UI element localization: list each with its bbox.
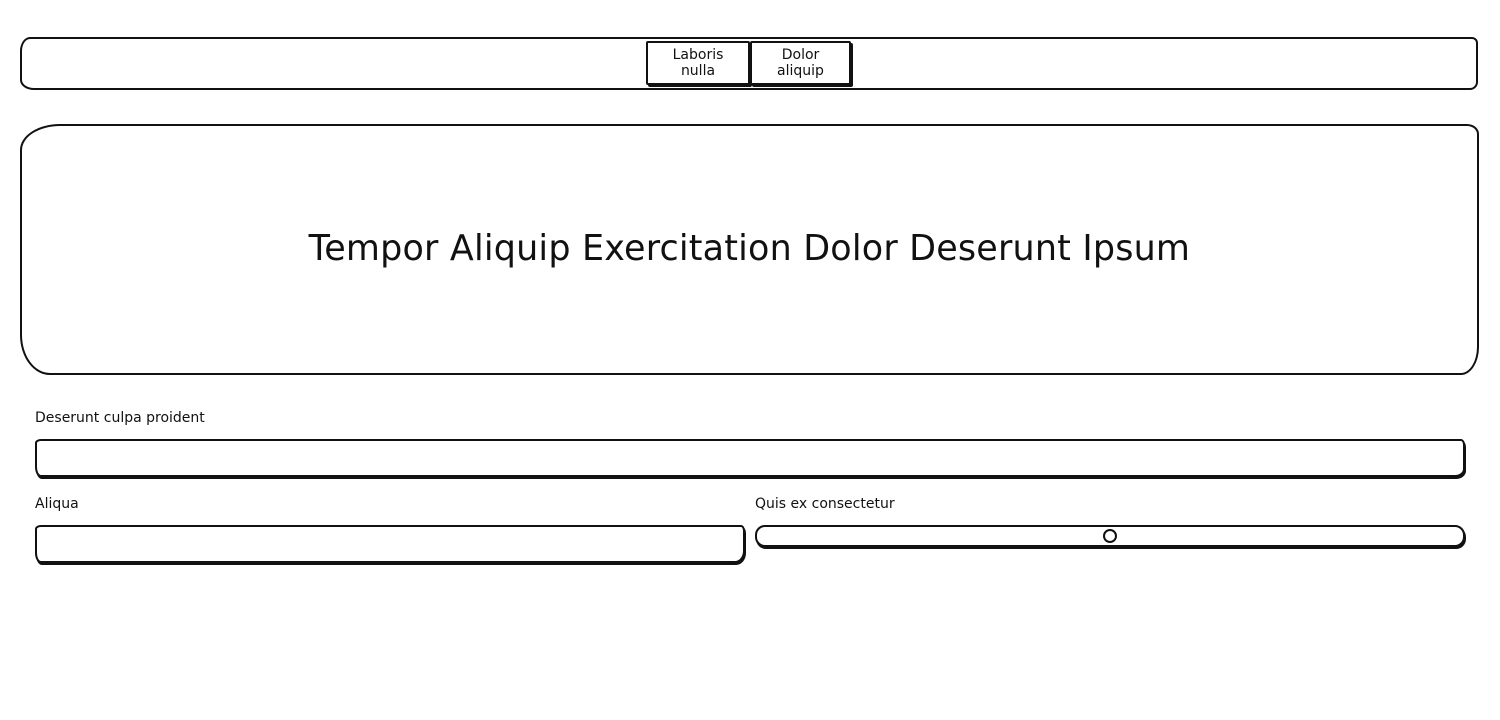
slider-thumb[interactable] [1103, 529, 1117, 543]
quis-ex-consectetur-label: Quis ex consectetur [755, 496, 895, 512]
nav-button-laboris-nulla[interactable]: Laboris nulla [646, 41, 750, 85]
aliqua-input[interactable] [35, 525, 745, 563]
nav-button-dolor-aliquip[interactable]: Dolor aliquip [750, 41, 851, 85]
hero-banner: Tempor Aliquip Exercitation Dolor Deseru… [20, 124, 1479, 375]
nav-button-group: Laboris nulla Dolor aliquip [646, 41, 851, 85]
aliqua-label: Aliqua [35, 496, 79, 512]
hero-title: Tempor Aliquip Exercitation Dolor Deseru… [308, 228, 1191, 269]
deserunt-culpa-proident-input[interactable] [35, 439, 1465, 477]
deserunt-culpa-proident-label: Deserunt culpa proident [35, 410, 205, 426]
quis-ex-consectetur-slider[interactable] [755, 525, 1465, 547]
